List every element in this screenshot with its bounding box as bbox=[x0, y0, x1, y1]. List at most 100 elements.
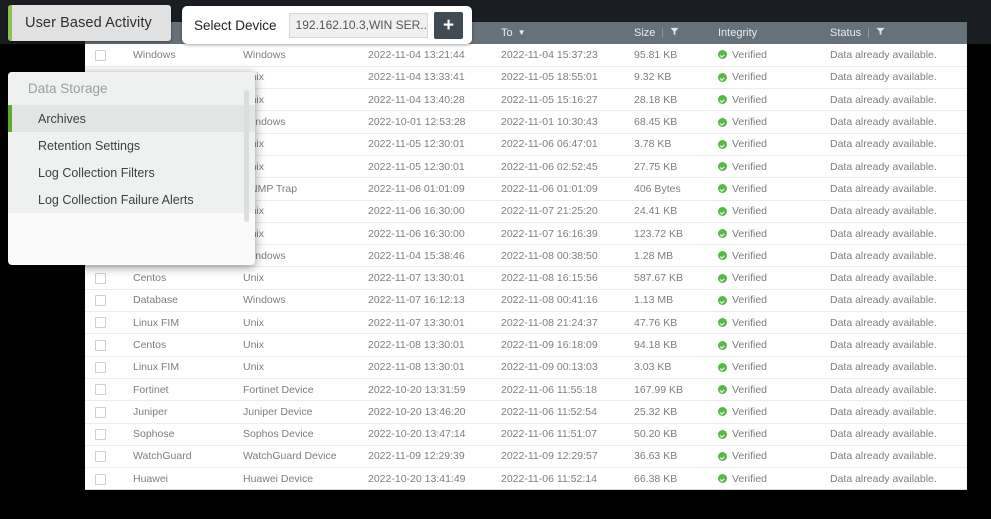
menu-item-label: Archives bbox=[38, 112, 86, 126]
row-checkbox[interactable] bbox=[95, 407, 106, 418]
header-separator: | bbox=[867, 28, 870, 39]
row-checkbox-cell[interactable] bbox=[85, 44, 123, 66]
cell-to: 2022-11-08 16:15:56 bbox=[491, 267, 624, 289]
row-checkbox-cell[interactable] bbox=[85, 468, 123, 490]
verified-check-icon bbox=[718, 229, 727, 238]
row-checkbox[interactable] bbox=[95, 451, 106, 462]
verified-check-icon bbox=[718, 430, 727, 439]
row-checkbox[interactable] bbox=[95, 295, 106, 306]
cell-from: 2022-11-05 12:30:01 bbox=[358, 155, 491, 177]
cell-from: 2022-11-07 13:30:01 bbox=[358, 312, 491, 334]
cell-size: 36.63 KB bbox=[624, 445, 708, 467]
table-row[interactable]: CentosUnix2022-11-07 13:30:012022-11-08 … bbox=[85, 267, 967, 289]
verified-check-icon bbox=[718, 474, 727, 483]
cell-integrity: Verified bbox=[708, 334, 820, 356]
menu-scrollbar[interactable] bbox=[244, 90, 249, 222]
row-checkbox[interactable] bbox=[95, 362, 106, 373]
integrity-label: Verified bbox=[732, 205, 767, 217]
cell-integrity: Verified bbox=[708, 178, 820, 200]
row-checkbox-cell[interactable] bbox=[85, 334, 123, 356]
row-checkbox-cell[interactable] bbox=[85, 356, 123, 378]
cell-size: 68.45 KB bbox=[624, 111, 708, 133]
integrity-label: Verified bbox=[732, 71, 767, 83]
row-checkbox[interactable] bbox=[95, 474, 106, 485]
table-row[interactable]: JuniperJuniper Device2022-10-20 13:46:20… bbox=[85, 401, 967, 423]
cell-to: 2022-11-06 11:52:14 bbox=[491, 468, 624, 490]
table-row[interactable]: FortinetFortinet Device2022-10-20 13:31:… bbox=[85, 378, 967, 400]
cell-integrity: Verified bbox=[708, 222, 820, 244]
sort-desc-icon[interactable]: ▼ bbox=[518, 29, 526, 37]
filter-icon[interactable] bbox=[876, 27, 885, 39]
table-row[interactable]: WatchGuardWatchGuard Device2022-11-09 12… bbox=[85, 445, 967, 467]
menu-item-archives[interactable]: Archives bbox=[8, 105, 255, 132]
row-checkbox-cell[interactable] bbox=[85, 289, 123, 311]
row-checkbox[interactable] bbox=[95, 50, 106, 61]
cell-size: 123.72 KB bbox=[624, 222, 708, 244]
table-row[interactable]: WindowsWindows2022-11-04 13:21:442022-11… bbox=[85, 44, 967, 66]
cell-status: Data already available. bbox=[820, 178, 967, 200]
add-device-button[interactable]: + bbox=[434, 12, 463, 39]
cell-integrity: Verified bbox=[708, 468, 820, 490]
cell-status: Data already available. bbox=[820, 267, 967, 289]
row-checkbox[interactable] bbox=[95, 340, 106, 351]
table-row[interactable]: HuaweiHuawei Device2022-10-20 13:41:4920… bbox=[85, 468, 967, 490]
cell-status: Data already available. bbox=[820, 468, 967, 490]
verified-check-icon bbox=[718, 363, 727, 372]
cell-size: 95.81 KB bbox=[624, 44, 708, 66]
verified-check-icon bbox=[718, 296, 727, 305]
row-checkbox[interactable] bbox=[95, 429, 106, 440]
verified-check-icon bbox=[718, 452, 727, 461]
cell-integrity: Verified bbox=[708, 89, 820, 111]
integrity-label: Verified bbox=[732, 406, 767, 418]
row-checkbox-cell[interactable] bbox=[85, 267, 123, 289]
integrity-label: Verified bbox=[732, 317, 767, 329]
cell-integrity: Verified bbox=[708, 356, 820, 378]
cell-to: 2022-11-05 18:55:01 bbox=[491, 66, 624, 88]
row-checkbox[interactable] bbox=[95, 317, 106, 328]
table-row[interactable]: DatabaseWindows2022-11-07 16:12:132022-1… bbox=[85, 289, 967, 311]
table-row[interactable]: CentosUnix2022-11-08 13:30:012022-11-09 … bbox=[85, 334, 967, 356]
cell-from: 2022-10-20 13:46:20 bbox=[358, 401, 491, 423]
cell-status: Data already available. bbox=[820, 378, 967, 400]
cell-to: 2022-11-07 16:16:39 bbox=[491, 222, 624, 244]
tab-user-based-activity[interactable]: User Based Activity bbox=[8, 5, 171, 41]
cell-size: 167.99 KB bbox=[624, 378, 708, 400]
verified-check-icon bbox=[718, 50, 727, 59]
table-row[interactable]: SophoseSophos Device2022-10-20 13:47:142… bbox=[85, 423, 967, 445]
row-checkbox-cell[interactable] bbox=[85, 445, 123, 467]
row-checkbox[interactable] bbox=[95, 273, 106, 284]
table-row[interactable]: Linux FIMUnix2022-11-08 13:30:012022-11-… bbox=[85, 356, 967, 378]
col-header-status[interactable]: Status | bbox=[820, 22, 967, 44]
menu-item-log-collection-failure-alerts[interactable]: Log Collection Failure Alerts bbox=[8, 186, 255, 213]
cell-type: Windows bbox=[233, 44, 358, 66]
row-checkbox-cell[interactable] bbox=[85, 401, 123, 423]
row-checkbox-cell[interactable] bbox=[85, 378, 123, 400]
device-input[interactable]: 192.162.10.3,WIN SER... bbox=[289, 13, 429, 38]
cell-size: 9.32 KB bbox=[624, 66, 708, 88]
verified-check-icon bbox=[718, 251, 727, 260]
table-row[interactable]: Linux FIMUnix2022-11-07 13:30:012022-11-… bbox=[85, 312, 967, 334]
cell-size: 50.20 KB bbox=[624, 423, 708, 445]
cell-size: 1.13 MB bbox=[624, 289, 708, 311]
col-header-size[interactable]: Size | bbox=[624, 22, 708, 44]
menu-item-retention-settings[interactable]: Retention Settings bbox=[8, 132, 255, 159]
cell-to: 2022-11-06 11:52:54 bbox=[491, 401, 624, 423]
filter-icon[interactable] bbox=[670, 27, 679, 39]
cell-type: Unix bbox=[233, 356, 358, 378]
cell-status: Data already available. bbox=[820, 356, 967, 378]
cell-integrity: Verified bbox=[708, 155, 820, 177]
row-checkbox-cell[interactable] bbox=[85, 423, 123, 445]
cell-type: Unix bbox=[233, 312, 358, 334]
select-device-bar: Select Device 192.162.10.3,WIN SER... + bbox=[182, 6, 472, 44]
cell-type: WatchGuard Device bbox=[233, 445, 358, 467]
col-header-integrity[interactable]: Integrity bbox=[708, 22, 820, 44]
menu-item-log-collection-filters[interactable]: Log Collection Filters bbox=[8, 159, 255, 186]
row-checkbox-cell[interactable] bbox=[85, 312, 123, 334]
menu-item-list: ArchivesRetention SettingsLog Collection… bbox=[8, 105, 255, 213]
cell-to: 2022-11-08 21:24:37 bbox=[491, 312, 624, 334]
col-header-to[interactable]: To ▼ bbox=[491, 22, 624, 44]
cell-to: 2022-11-04 15:37:23 bbox=[491, 44, 624, 66]
row-checkbox[interactable] bbox=[95, 384, 106, 395]
cell-size: 24.41 KB bbox=[624, 200, 708, 222]
cell-from: 2022-11-04 13:33:41 bbox=[358, 66, 491, 88]
